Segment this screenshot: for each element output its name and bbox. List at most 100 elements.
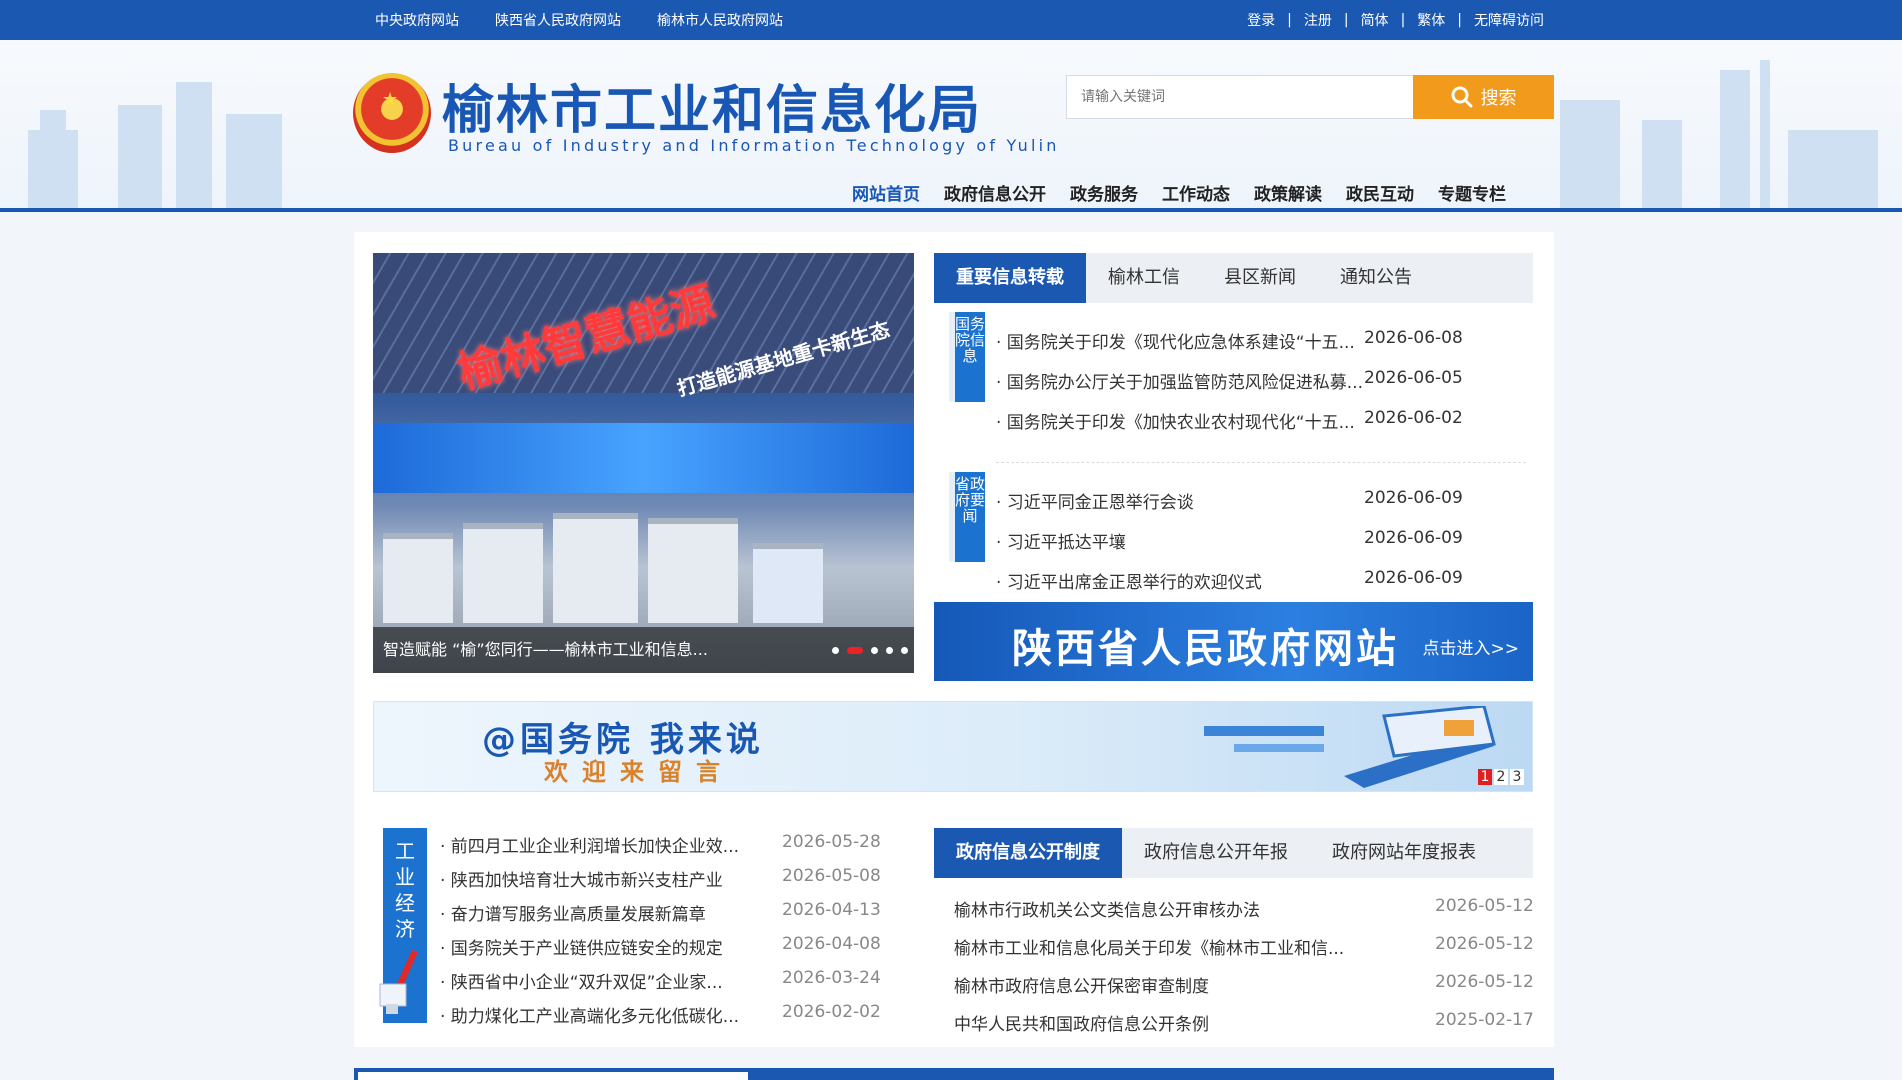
list-item[interactable]: 中华人民共和国政府信息公开条例 2025-02-17 [954,1004,1534,1042]
separator: | [1400,12,1406,28]
list-item-date: 2026-05-12 [1435,896,1534,916]
list-item-title[interactable]: · 国务院办公厅关于加强监管防范风险促进私募... [996,368,1363,393]
search-button-label: 搜索 [1480,88,1517,109]
list-item[interactable]: · 国务院办公厅关于加强监管防范风险促进私募... 2026-06-05 [996,358,1463,398]
list-item-title[interactable]: · 国务院关于产业链供应链安全的规定 [440,934,723,959]
megaphone-icon [379,950,418,1014]
state-council-message-banner[interactable]: @国务院 我来说 欢迎来留言 1 2 3 [373,701,1533,792]
list-item[interactable]: · 陕西加快培育壮大城市新兴支柱产业 2026-05-08 [440,858,881,892]
industry-economy-label-text: 工业经济 [395,839,415,941]
accessibility-link[interactable]: 无障碍访问 [1474,10,1544,30]
slide-trucks [373,503,914,623]
list-item-title[interactable]: · 国务院关于印发《加快农业农村现代化“十五... [996,408,1355,433]
list-item-date: 2026-04-08 [782,934,881,954]
separator: | [1343,12,1349,28]
slider-dot[interactable] [871,647,878,654]
list-item-date: 2026-06-09 [1364,568,1463,588]
list-item[interactable]: · 国务院关于产业链供应链安全的规定 2026-04-08 [440,926,881,960]
list-item-title[interactable]: · 国务院关于印发《现代化应急体系建设“十五... [996,328,1355,353]
nav-gov-info[interactable]: 政府信息公开 [944,180,1046,205]
main-nav: 网站首页 政府信息公开 政务服务 工作动态 政策解读 政民互动 专题专栏 [852,180,1506,205]
nav-gov-service[interactable]: 政务服务 [1070,180,1138,205]
list-item[interactable]: · 助力煤化工产业高端化多元化低碳化... 2026-02-02 [440,994,881,1028]
list-item-date: 2026-05-28 [782,832,881,852]
tab-important-info[interactable]: 重要信息转载 [934,253,1086,303]
tab-county-news[interactable]: 县区新闻 [1202,253,1318,303]
list-item-title[interactable]: · 习近平出席金正恩举行的欢迎仪式 [996,568,1262,593]
top-link-yulin-gov[interactable]: 榆林市人民政府网站 [657,10,783,30]
list-item-title[interactable]: · 奋力谱写服务业高质量发展新篇章 [440,900,706,925]
group-label-state-council: 国务院信息 [949,312,985,402]
industry-news-list: · 前四月工业企业利润增长加快企业效... 2026-05-28 · 陕西加快培… [440,824,881,1028]
list-item[interactable]: · 国务院关于印发《现代化应急体系建设“十五... 2026-06-08 [996,318,1463,358]
list-item-date: 2026-04-13 [782,900,881,920]
nav-interaction[interactable]: 政民互动 [1346,180,1414,205]
search-button[interactable]: 搜索 [1413,75,1554,119]
skyline-right-decoration [1560,60,1902,210]
nav-home[interactable]: 网站首页 [852,180,920,205]
list-item-date: 2026-06-08 [1364,328,1463,348]
list-item[interactable]: 榆林市工业和信息化局关于印发《榆林市工业和信... 2026-05-12 [954,928,1534,966]
list-item-date: 2026-05-12 [1435,972,1534,992]
search-icon [1451,86,1472,108]
tab-yulin-industry[interactable]: 榆林工信 [1086,253,1202,303]
slider-dot[interactable] [832,647,839,654]
shaanxi-banner-title: 陕西省人民政府网站 [1012,626,1399,672]
slider-dot[interactable] [901,647,908,654]
list-item-title[interactable]: · 习近平抵达平壤 [996,528,1126,553]
list-item-date: 2026-05-12 [1435,934,1534,954]
nav-topics[interactable]: 专题专栏 [1438,180,1506,205]
gov-info-tabs: 政府信息公开制度 政府信息公开年报 政府网站年度报表 [934,828,1533,878]
slider-dot-active[interactable] [847,647,863,654]
list-item-date: 2026-06-05 [1364,368,1463,388]
list-item[interactable]: · 习近平抵达平壤 2026-06-09 [996,518,1463,558]
tab-notices[interactable]: 通知公告 [1318,253,1434,303]
list-item[interactable]: · 前四月工业企业利润增长加快企业效... 2026-05-28 [440,824,881,858]
national-emblem-icon: ★ [353,73,431,153]
list-item-title[interactable]: 中华人民共和国政府信息公开条例 [954,1010,1209,1035]
list-item-title[interactable]: 榆林市行政机关公文类信息公开审核办法 [954,896,1260,921]
top-link-shaanxi-gov[interactable]: 陕西省人民政府网站 [495,10,621,30]
tab-website-annual-report[interactable]: 政府网站年度报表 [1310,828,1498,878]
list-item[interactable]: · 陕西省中小企业“双升双促”企业家... 2026-03-24 [440,960,881,994]
state-council-news-list: · 国务院关于印发《现代化应急体系建设“十五... 2026-06-08 · 国… [996,318,1463,438]
top-bar: 中央政府网站 陕西省人民政府网站 榆林市人民政府网站 登录 | 注册 | 简体 … [0,0,1902,40]
simplified-link[interactable]: 简体 [1361,10,1389,30]
tab-info-disclosure-rules[interactable]: 政府信息公开制度 [934,828,1122,878]
top-links-right: 登录 | 注册 | 简体 | 繁体 | 无障碍访问 [1247,0,1544,40]
login-link[interactable]: 登录 [1247,10,1275,30]
search-input[interactable] [1066,75,1414,119]
list-item[interactable]: 榆林市政府信息公开保密审查制度 2026-05-12 [954,966,1534,1004]
site-subtitle: Bureau of Industry and Information Techn… [448,136,1060,155]
list-item-title[interactable]: · 习近平同金正恩举行会谈 [996,488,1194,513]
list-item[interactable]: · 奋力谱写服务业高质量发展新篇章 2026-04-13 [440,892,881,926]
shaanxi-gov-banner[interactable]: 陕西省人民政府网站 点击进入>> [934,602,1533,681]
top-links-left: 中央政府网站 陕西省人民政府网站 榆林市人民政府网站 [375,0,783,40]
list-item-title[interactable]: 榆林市工业和信息化局关于印发《榆林市工业和信... [954,934,1344,959]
nav-work-news[interactable]: 工作动态 [1162,180,1230,205]
top-link-central-gov[interactable]: 中央政府网站 [375,10,459,30]
gov-info-list: 榆林市行政机关公文类信息公开审核办法 2026-05-12 榆林市工业和信息化局… [954,890,1534,1042]
list-item-title[interactable]: · 陕西省中小企业“双升双促”企业家... [440,968,723,993]
news-slider[interactable]: 榆林智慧能源 打造能源基地重卡新生态 智造赋能 “榆”您同行——榆林市工业和信息… [373,253,914,673]
tab-info-annual-report[interactable]: 政府信息公开年报 [1122,828,1310,878]
list-item[interactable]: · 习近平同金正恩举行会谈 2026-06-09 [996,478,1463,518]
traditional-link[interactable]: 繁体 [1417,10,1445,30]
register-link[interactable]: 注册 [1304,10,1332,30]
banner-page-1[interactable]: 1 [1478,769,1492,785]
list-item-title[interactable]: · 前四月工业企业利润增长加快企业效... [440,832,739,857]
list-item[interactable]: 榆林市行政机关公文类信息公开审核办法 2026-05-12 [954,890,1534,928]
shaanxi-banner-enter-link[interactable]: 点击进入>> [1423,634,1520,659]
list-item[interactable]: · 国务院关于印发《加快农业农村现代化“十五... 2026-06-02 [996,398,1463,438]
group-label-province-news: 省政府要闻 [949,472,985,562]
list-item[interactable]: · 习近平出席金正恩举行的欢迎仪式 2026-06-09 [996,558,1463,598]
banner-page-2[interactable]: 2 [1494,769,1508,785]
banner-subtitle: 欢迎来留言 [544,758,734,786]
list-item-title[interactable]: 榆林市政府信息公开保密审查制度 [954,972,1209,997]
list-item-title[interactable]: · 陕西加快培育壮大城市新兴支柱产业 [440,866,723,891]
nav-policy[interactable]: 政策解读 [1254,180,1322,205]
slider-dot[interactable] [886,647,893,654]
banner-page-3[interactable]: 3 [1510,769,1524,785]
list-item-title[interactable]: · 助力煤化工产业高端化多元化低碳化... [440,1002,739,1027]
slide-caption[interactable]: 智造赋能 “榆”您同行——榆林市工业和信息... [383,636,708,660]
